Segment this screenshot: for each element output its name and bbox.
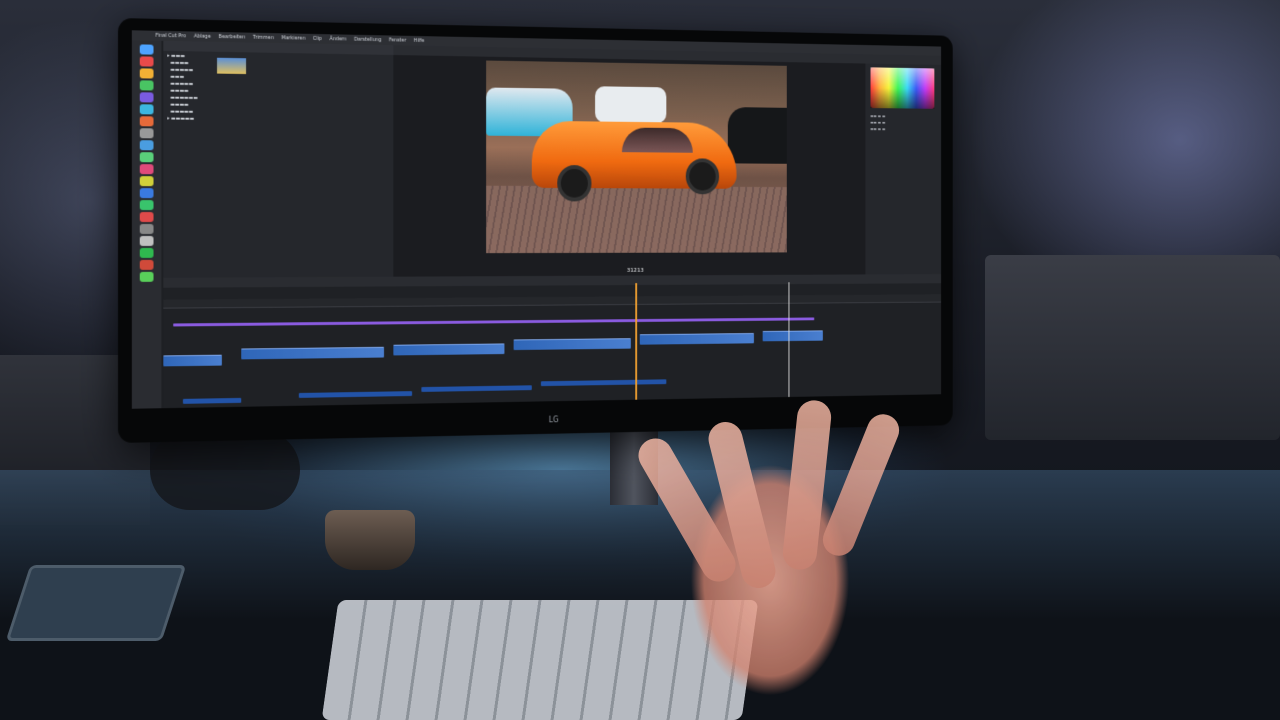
timeline[interactable]	[163, 274, 942, 409]
dock-app-icon[interactable]	[139, 56, 154, 67]
menu-item[interactable]: Trimmen	[253, 33, 274, 43]
menu-item[interactable]: Ändern	[330, 34, 347, 44]
menu-item[interactable]: Clip	[313, 34, 322, 44]
dock-app-icon[interactable]	[139, 176, 154, 187]
dock-app-icon[interactable]	[139, 116, 154, 127]
dock-app-icon[interactable]	[139, 188, 154, 199]
dock-app-icon[interactable]	[139, 44, 154, 55]
menu-item[interactable]: Hilfe	[414, 36, 425, 46]
blurred-hand	[630, 390, 910, 720]
headphones	[150, 430, 300, 510]
inspector-toolbar	[865, 54, 942, 65]
dock-app-icon[interactable]	[139, 164, 154, 175]
audio-clip[interactable]	[540, 379, 667, 387]
dock-app-icon[interactable]	[139, 68, 154, 79]
inspector-row[interactable]: ▬▬ ▬ ▬	[871, 126, 886, 131]
skimmer-line	[788, 282, 790, 397]
menu-item[interactable]: Fenster	[389, 35, 406, 45]
ultrawide-monitor: Final Cut Pro Ablage Bearbeiten Trimmen …	[118, 18, 953, 443]
dock-app-icon[interactable]	[139, 140, 154, 151]
viewer-panel: 31213	[393, 45, 866, 277]
dock-app-icon[interactable]	[139, 271, 154, 282]
menu-item[interactable]: Darstellung	[354, 35, 381, 45]
video-clip[interactable]	[163, 354, 222, 367]
color-inspector: ▬▬ ▬ ▬ ▬▬ ▬ ▬ ▬▬ ▬ ▬	[865, 54, 942, 275]
dock-app-icon[interactable]	[139, 128, 154, 139]
audio-clip[interactable]	[182, 397, 242, 404]
rear-wheel	[685, 158, 720, 195]
video-clip[interactable]	[639, 333, 754, 345]
inspector-row[interactable]: ▬▬ ▬ ▬	[871, 120, 886, 125]
audio-clip[interactable]	[421, 385, 532, 392]
dock-app-icon[interactable]	[139, 152, 154, 163]
title-track[interactable]	[173, 317, 815, 327]
menu-item[interactable]: Markieren	[281, 33, 305, 43]
video-clip[interactable]	[241, 346, 385, 360]
cobblestone-street	[486, 185, 787, 254]
video-clip[interactable]	[513, 338, 631, 351]
tablet-device	[5, 565, 187, 641]
car-windshield	[621, 127, 693, 153]
viewer-timecode: 31213	[626, 266, 644, 274]
finger	[818, 409, 904, 561]
dock-app-icon[interactable]	[139, 200, 154, 211]
library-list: ▸ ▬▬▬ ▬▬▬▬ ▬▬▬▬▬ ▬▬▬ ▬▬▬▬▬ ▬▬▬▬ ▬▬▬▬▬▬ ▬…	[163, 51, 393, 127]
dock-app-icon[interactable]	[139, 235, 154, 246]
library-browser: ▸ ▬▬▬ ▬▬▬▬ ▬▬▬▬▬ ▬▬▬ ▬▬▬▬▬ ▬▬▬▬ ▬▬▬▬▬▬ ▬…	[163, 40, 394, 278]
inspector-row[interactable]: ▬▬ ▬ ▬	[871, 114, 886, 119]
playhead-icon[interactable]	[635, 283, 638, 400]
video-frame	[486, 60, 787, 254]
menu-item[interactable]: Bearbeiten	[219, 32, 246, 42]
right-shelf	[985, 255, 1280, 440]
dock-app-icon[interactable]	[139, 224, 154, 234]
coffee-cup	[325, 510, 415, 570]
dock-app-icon[interactable]	[139, 92, 154, 103]
dock-app-icon[interactable]	[139, 212, 154, 223]
dock-app-icon[interactable]	[139, 80, 154, 91]
audio-clip[interactable]	[298, 391, 413, 398]
white-van	[595, 86, 667, 124]
monitor-screen: Final Cut Pro Ablage Bearbeiten Trimmen …	[131, 30, 942, 409]
clip-thumbnail[interactable]	[217, 57, 247, 75]
dock	[131, 40, 162, 409]
black-car	[727, 107, 787, 164]
front-wheel	[557, 165, 592, 202]
dock-app-icon[interactable]	[139, 104, 154, 115]
menu-item[interactable]: Ablage	[194, 32, 211, 42]
library-row[interactable]: ▸ ▬▬▬▬▬	[167, 116, 389, 125]
dock-app-icon[interactable]	[139, 259, 154, 270]
dock-app-icon[interactable]	[139, 247, 154, 258]
timeline-ruler[interactable]	[163, 294, 942, 309]
color-wheel-icon[interactable]	[870, 67, 935, 109]
menu-item[interactable]: Final Cut Pro	[155, 31, 186, 42]
video-clip[interactable]	[762, 330, 823, 342]
video-clip[interactable]	[393, 343, 505, 356]
